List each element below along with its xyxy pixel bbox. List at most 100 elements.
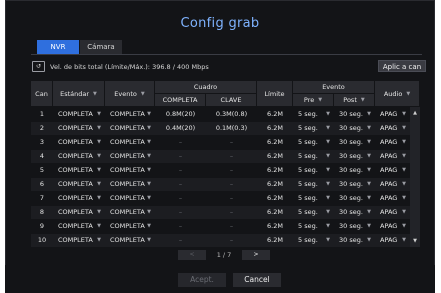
audio-select[interactable]: APAG ▼ [375, 220, 410, 233]
header-pre[interactable]: Pre ▼ [293, 94, 334, 107]
audio-select[interactable]: APAG ▼ [375, 136, 410, 149]
standard-select[interactable]: COMPLETA ▼ [53, 136, 105, 149]
full-frame-bitrate: – [178, 152, 183, 160]
event-select[interactable]: COMPLETA ▼ [105, 108, 155, 121]
full-frame-bitrate: – [178, 138, 183, 146]
standard-select[interactable]: COMPLETA ▼ [53, 234, 105, 247]
post-select[interactable]: 30 seg. ▼ [334, 164, 375, 177]
pre-value: 5 seg. [298, 180, 318, 188]
header-post[interactable]: Post ▼ [334, 94, 375, 107]
standard-value: COMPLETA [58, 236, 93, 244]
scroll-down-icon[interactable]: ▼ [410, 237, 420, 245]
event-select[interactable]: COMPLETA ▼ [105, 150, 155, 163]
pre-select[interactable]: 5 seg. ▼ [293, 220, 334, 233]
audio-value: APAG [380, 110, 398, 118]
chevron-down-icon: ▼ [147, 181, 151, 187]
event-value: COMPLETA [110, 180, 145, 188]
header-estandar[interactable]: Estándar ▼ [53, 81, 105, 107]
limit-value: 6.2M [267, 194, 283, 202]
event-select[interactable]: COMPLETA ▼ [105, 178, 155, 191]
post-value: 30 seg. [339, 222, 363, 230]
next-page-button[interactable]: > [242, 250, 270, 260]
audio-select[interactable]: APAG ▼ [375, 192, 410, 205]
audio-value: APAG [380, 152, 398, 160]
table-row: 2 COMPLETA ▼ COMPLETA ▼ 0.4M(20) 0.1M(0.3)… [31, 122, 420, 135]
scroll-up-icon[interactable]: ▲ [410, 109, 420, 117]
post-select[interactable]: 30 seg. ▼ [334, 234, 375, 247]
audio-select[interactable]: APAG ▼ [375, 206, 410, 219]
apply-to-channels-button[interactable]: Aplic a can [378, 60, 426, 72]
event-select[interactable]: COMPLETA ▼ [105, 234, 155, 247]
post-select[interactable]: 30 seg. ▼ [334, 220, 375, 233]
post-select[interactable]: 30 seg. ▼ [334, 122, 375, 135]
standard-select[interactable]: COMPLETA ▼ [53, 192, 105, 205]
audio-select[interactable]: APAG ▼ [375, 234, 410, 247]
chevron-down-icon: ▼ [97, 237, 101, 243]
pre-select[interactable]: 5 seg. ▼ [293, 136, 334, 149]
chevron-down-icon: ▼ [97, 167, 101, 173]
audio-select[interactable]: APAG ▼ [375, 150, 410, 163]
header-audio[interactable]: Audio ▼ [375, 81, 420, 107]
audio-select[interactable]: APAG ▼ [375, 122, 410, 135]
chevron-down-icon: ▼ [367, 223, 371, 229]
post-select[interactable]: 30 seg. ▼ [334, 108, 375, 121]
header-completa: COMPLETA [155, 94, 206, 107]
table-row: 3 COMPLETA ▼ COMPLETA ▼ – – 6.2M 5 seg. ▼ 3… [31, 136, 420, 149]
event-value: COMPLETA [110, 138, 145, 146]
post-select[interactable]: 30 seg. ▼ [334, 178, 375, 191]
pre-select[interactable]: 5 seg. ▼ [293, 178, 334, 191]
limit-value: 6.2M [267, 208, 283, 216]
audio-select[interactable]: APAG ▼ [375, 108, 410, 121]
event-select[interactable]: COMPLETA ▼ [105, 192, 155, 205]
standard-select[interactable]: COMPLETA ▼ [53, 178, 105, 191]
standard-select[interactable]: COMPLETA ▼ [53, 164, 105, 177]
post-select[interactable]: 30 seg. ▼ [334, 150, 375, 163]
event-select[interactable]: COMPLETA ▼ [105, 164, 155, 177]
standard-value: COMPLETA [58, 222, 93, 230]
post-select[interactable]: 30 seg. ▼ [334, 206, 375, 219]
chevron-down-icon: ▼ [93, 90, 97, 97]
audio-value: APAG [380, 208, 398, 216]
audio-select[interactable]: APAG ▼ [375, 178, 410, 191]
standard-select[interactable]: COMPLETA ▼ [53, 108, 105, 121]
bitrate-info: ↺ Vel. de bits total (Límite/Máx.): 396.… [32, 61, 209, 72]
tab-nvr[interactable]: NVR [37, 40, 79, 54]
audio-value: APAG [380, 166, 398, 174]
tab-camera[interactable]: Cámara [80, 40, 122, 54]
pre-select[interactable]: 5 seg. ▼ [293, 206, 334, 219]
pre-select[interactable]: 5 seg. ▼ [293, 108, 334, 121]
standard-value: COMPLETA [58, 138, 93, 146]
ok-button[interactable]: Acept. [178, 273, 226, 287]
chevron-down-icon: ▼ [402, 153, 406, 159]
event-select[interactable]: COMPLETA ▼ [105, 220, 155, 233]
pre-select[interactable]: 5 seg. ▼ [293, 164, 334, 177]
post-select[interactable]: 30 seg. ▼ [334, 192, 375, 205]
tab-divider [31, 54, 422, 55]
pre-select[interactable]: 5 seg. ▼ [293, 192, 334, 205]
limit-value: 6.2M [267, 236, 283, 244]
standard-select[interactable]: COMPLETA ▼ [53, 122, 105, 135]
post-select[interactable]: 30 seg. ▼ [334, 136, 375, 149]
refresh-icon[interactable]: ↺ [32, 61, 45, 72]
pre-select[interactable]: 5 seg. ▼ [293, 150, 334, 163]
pre-select[interactable]: 5 seg. ▼ [293, 234, 334, 247]
key-frame-bitrate: – [229, 236, 234, 244]
audio-select[interactable]: APAG ▼ [375, 164, 410, 177]
standard-select[interactable]: COMPLETA ▼ [53, 150, 105, 163]
header-evento[interactable]: Evento ▼ [105, 81, 155, 107]
chevron-down-icon: ▼ [402, 223, 406, 229]
table-scrollbar[interactable]: ▲ ▼ [410, 107, 420, 247]
pre-select[interactable]: 5 seg. ▼ [293, 122, 334, 135]
cancel-button[interactable]: Cancel [233, 273, 281, 287]
chevron-down-icon: ▼ [326, 195, 330, 201]
channel-number: 5 [39, 166, 45, 174]
event-select[interactable]: COMPLETA ▼ [105, 136, 155, 149]
standard-select[interactable]: COMPLETA ▼ [53, 206, 105, 219]
event-select[interactable]: COMPLETA ▼ [105, 122, 155, 135]
audio-value: APAG [380, 138, 398, 146]
chevron-down-icon: ▼ [402, 167, 406, 173]
event-select[interactable]: COMPLETA ▼ [105, 206, 155, 219]
prev-page-button[interactable]: < [178, 250, 206, 260]
standard-select[interactable]: COMPLETA ▼ [53, 220, 105, 233]
standard-value: COMPLETA [58, 208, 93, 216]
